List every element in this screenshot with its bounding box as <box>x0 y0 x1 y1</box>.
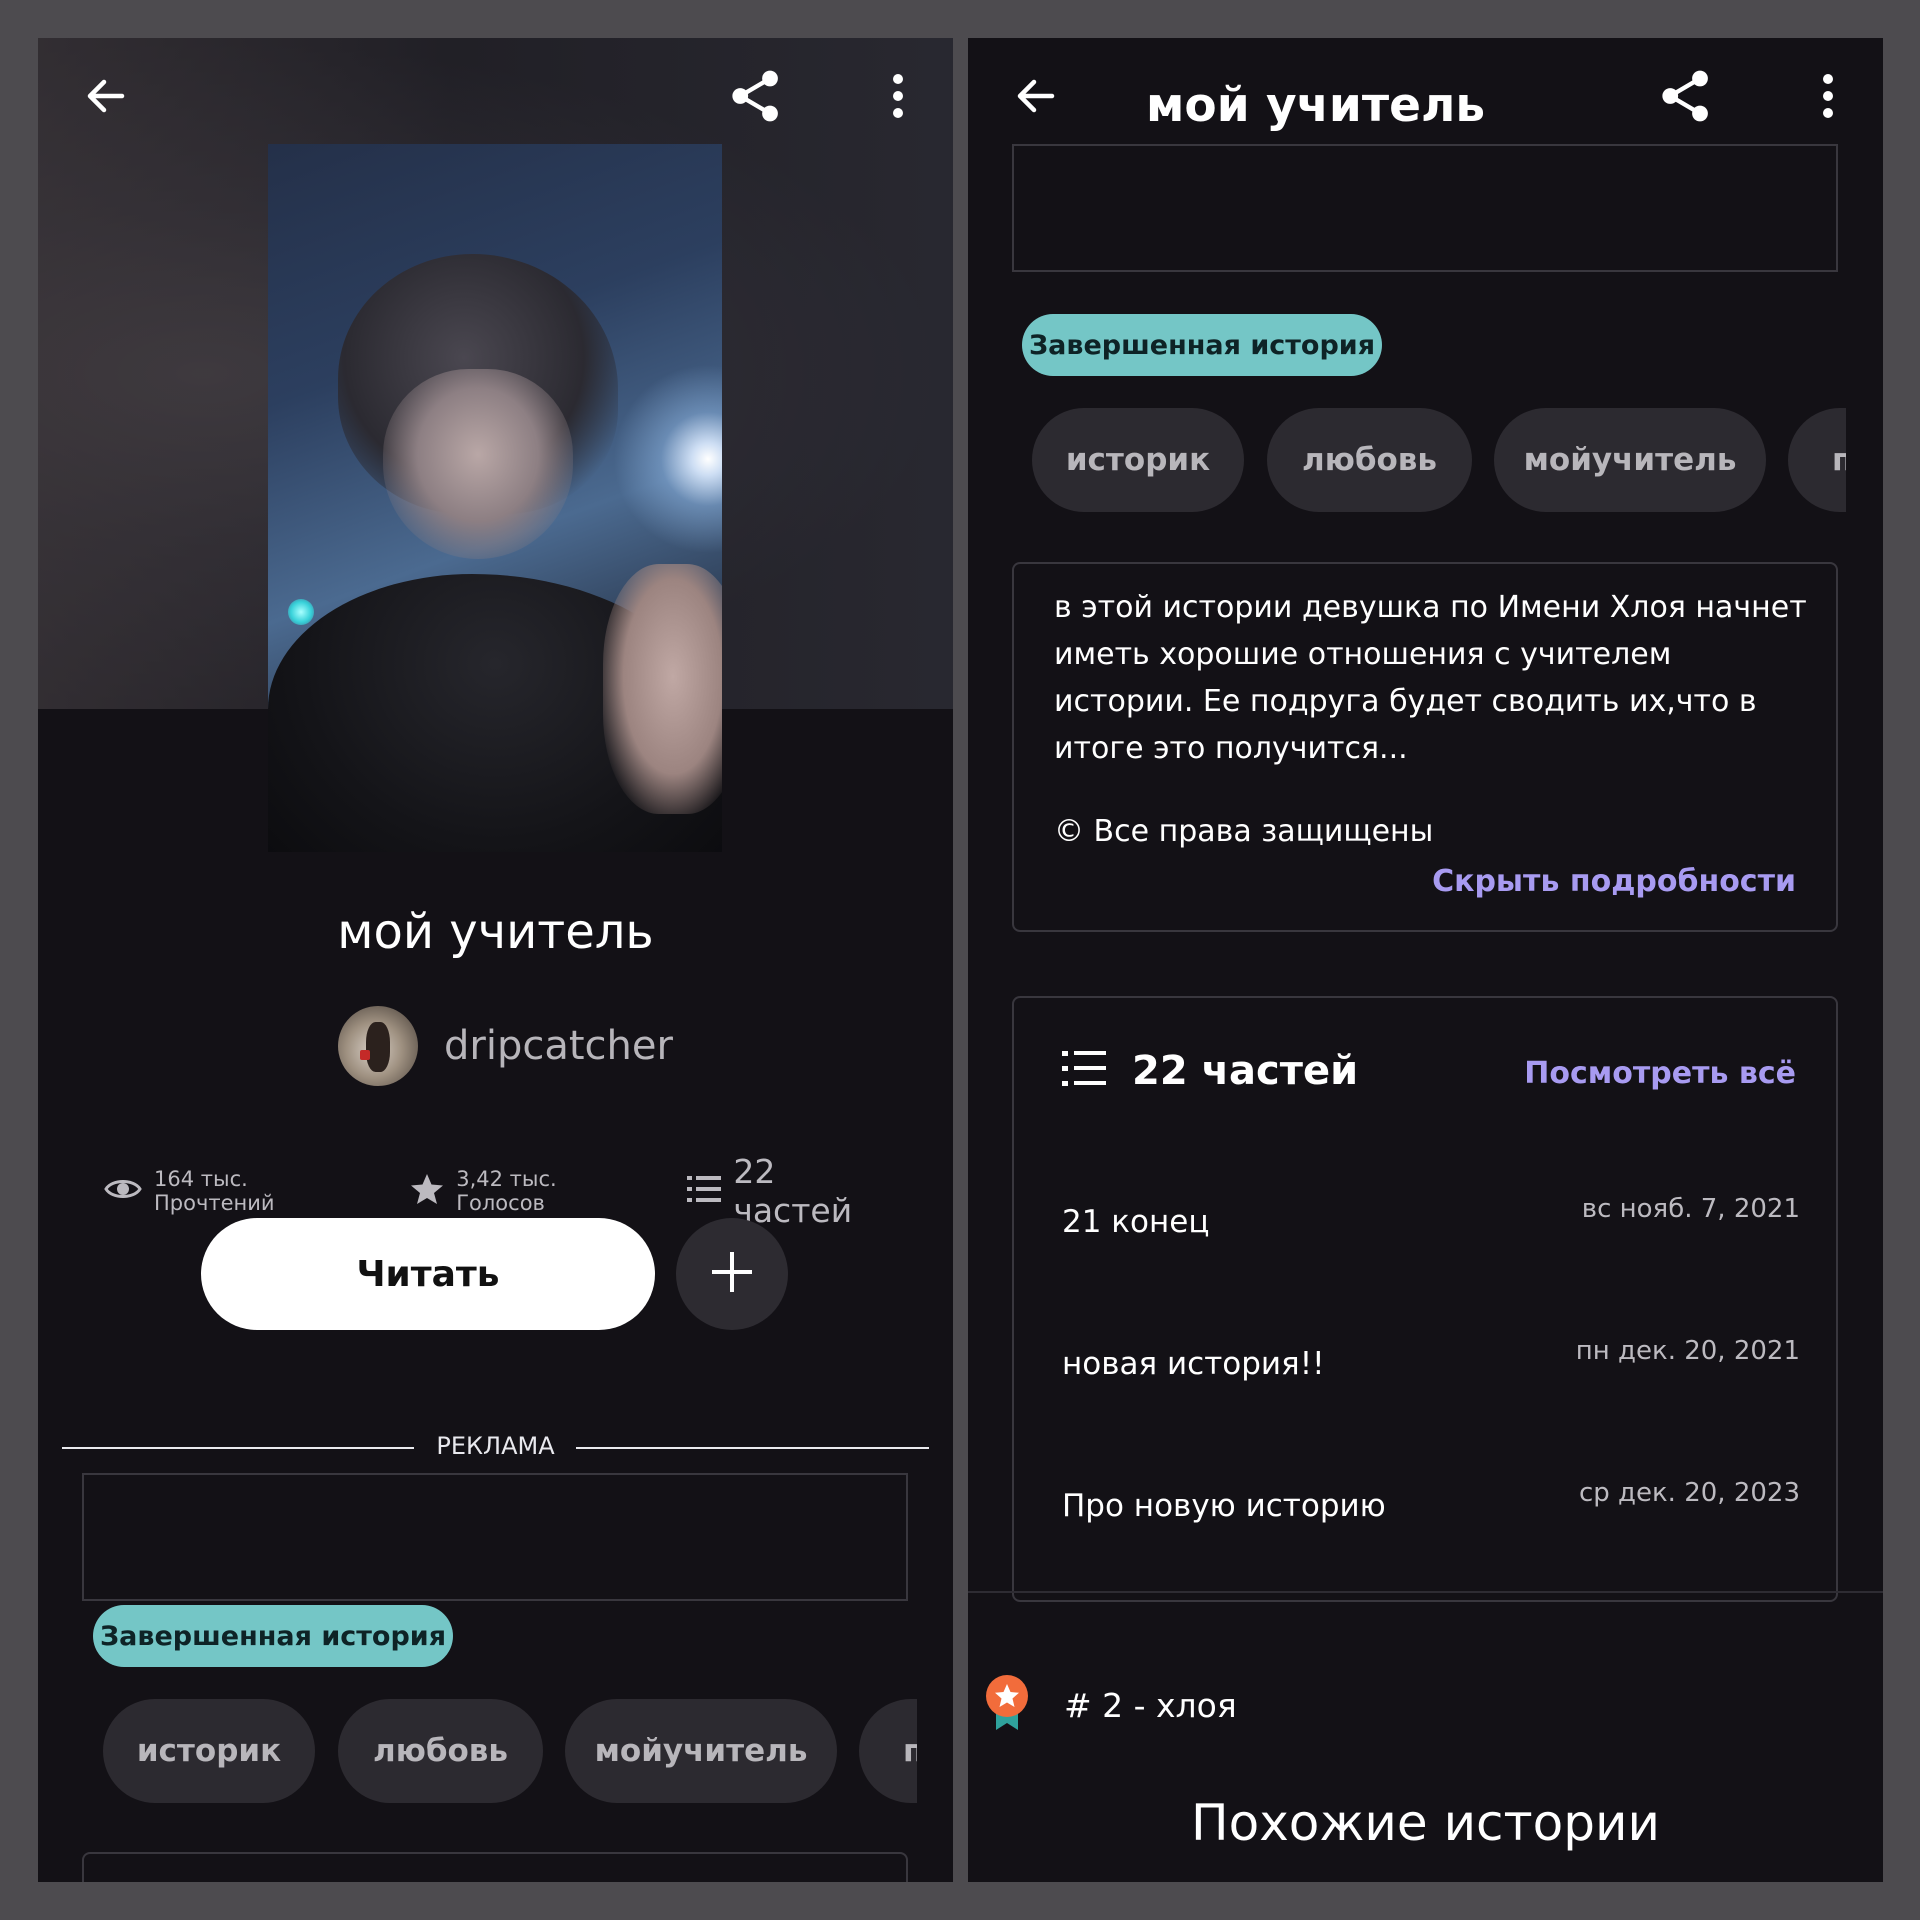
tag-chip-partial[interactable]: п <box>1788 408 1846 512</box>
more-vertical-icon[interactable] <box>1800 68 1856 124</box>
star-icon <box>410 1173 444 1210</box>
share-icon[interactable] <box>1658 68 1714 124</box>
add-to-library-button[interactable] <box>676 1218 788 1330</box>
back-arrow-icon[interactable] <box>1008 68 1064 124</box>
copyright-notice: © Все права защищены <box>1054 814 1434 849</box>
part-date: вс нояб. 7, 2021 <box>1581 1194 1800 1224</box>
reads-stat: 164 тыс. Прочтений <box>104 1167 374 1215</box>
ad-slot <box>1012 144 1838 272</box>
part-title: новая история!! <box>1062 1346 1325 1382</box>
part-row[interactable]: новая история!! пн дек. 20, 2021 <box>1062 1336 1800 1396</box>
part-title: 21 конец <box>1062 1204 1210 1240</box>
tag-chip[interactable]: мойучитель <box>565 1699 837 1803</box>
part-title: Про новую историю <box>1062 1488 1386 1524</box>
status-badge: Завершенная история <box>93 1605 453 1667</box>
header-title: мой учитель <box>1146 78 1486 133</box>
tag-chip-partial[interactable]: п <box>859 1699 917 1803</box>
story-details-panel: мой учитель dripcatcher 164 тыс. Прочтен… <box>38 38 953 1882</box>
more-vertical-icon[interactable] <box>870 68 926 124</box>
parts-count: 22 частей <box>733 1152 853 1230</box>
top-bar: мой учитель <box>968 38 1883 143</box>
plus-icon <box>710 1250 754 1298</box>
tag-chip[interactable]: мойучитель <box>1494 408 1766 512</box>
share-icon[interactable] <box>728 68 784 124</box>
parts-header: 22 частей <box>1062 1046 1358 1096</box>
story-details-panel-scrolled: мой учитель Завершенная история историк … <box>968 38 1883 1882</box>
story-title: мой учитель <box>337 904 654 960</box>
story-description: в этой истории девушка по Имени Хлоя нач… <box>1054 590 1807 766</box>
votes-stat: 3,42 тыс. Голосов <box>410 1167 651 1215</box>
author-name: dripcatcher <box>444 1023 673 1069</box>
ad-label: РЕКЛАМА <box>436 1432 555 1460</box>
similar-stories-heading: Похожие истории <box>1191 1794 1660 1852</box>
story-cover-image <box>268 144 722 852</box>
description-card: в этой истории девушка по Имени Хлоя нач… <box>1012 562 1838 932</box>
part-date: ср дек. 20, 2023 <box>1578 1478 1800 1508</box>
ranking-row[interactable]: # 2 - хлоя <box>984 1670 1237 1740</box>
rank-label: # 2 - хлоя <box>1064 1685 1237 1725</box>
section-divider <box>968 1591 1883 1593</box>
next-section-edge <box>82 1852 908 1882</box>
story-stats: 164 тыс. Прочтений 3,42 тыс. Голосов 22 … <box>104 1152 904 1230</box>
avatar <box>338 1006 418 1086</box>
status-badge: Завершенная история <box>1022 314 1382 376</box>
ad-slot <box>82 1473 908 1601</box>
part-row[interactable]: Про новую историю ср дек. 20, 2023 <box>1062 1478 1800 1538</box>
list-icon <box>687 1172 722 1211</box>
reads-count: 164 тыс. Прочтений <box>154 1167 275 1215</box>
eye-icon <box>104 1176 142 1207</box>
parts-count: 22 частей <box>1132 1048 1359 1094</box>
part-date: пн дек. 20, 2021 <box>1575 1336 1800 1366</box>
ad-label-row: РЕКЛАМА <box>62 1430 929 1466</box>
list-icon <box>1062 1050 1106 1092</box>
votes-count: 3,42 тыс. Голосов <box>456 1167 557 1215</box>
tag-chip[interactable]: историк <box>103 1699 315 1803</box>
table-of-contents-card: 22 частей Посмотреть всё 21 конец вс ноя… <box>1012 996 1838 1602</box>
see-all-link[interactable]: Посмотреть всё <box>1524 1056 1796 1091</box>
read-button[interactable]: Читать <box>201 1218 655 1330</box>
back-arrow-icon[interactable] <box>78 68 134 124</box>
author-link[interactable]: dripcatcher <box>338 1006 673 1086</box>
hide-details-link[interactable]: Скрыть подробности <box>1432 864 1796 899</box>
part-row[interactable]: 21 конец вс нояб. 7, 2021 <box>1062 1194 1800 1254</box>
tag-chip[interactable]: историк <box>1032 408 1244 512</box>
tag-chip[interactable]: любовь <box>1267 408 1472 512</box>
ribbon-badge-icon <box>984 1674 1030 1736</box>
top-bar <box>38 38 953 143</box>
tag-chip[interactable]: любовь <box>338 1699 543 1803</box>
